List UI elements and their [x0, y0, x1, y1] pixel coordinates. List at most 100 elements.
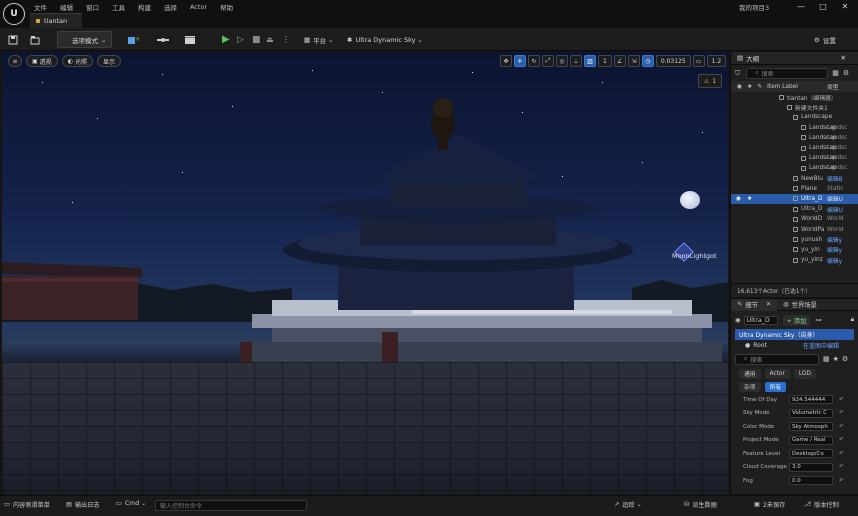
filter-actor[interactable]: Actor [764, 368, 790, 379]
outliner-row[interactable]: Landscap Landsc [731, 153, 858, 163]
show-button[interactable]: 显示 [96, 55, 121, 67]
cinematics-icon[interactable] [184, 31, 196, 48]
close-icon[interactable]: ✕ [766, 301, 771, 308]
reset-icon[interactable]: ↶ [839, 437, 844, 443]
rotation-snap-icon[interactable]: ∠ [613, 55, 626, 67]
settings-button[interactable]: ⚙ 设置 [814, 31, 836, 48]
mode-select-dropdown[interactable]: 选项模式 ⌄ [57, 31, 112, 48]
outliner-row[interactable]: yu_yin 编辑y [731, 245, 858, 255]
camera-speed-icon[interactable]: ◷ [641, 55, 654, 67]
menu-edit[interactable]: 编辑 [60, 2, 73, 12]
play-advance-icon[interactable]: ▷ [237, 31, 244, 48]
outliner-row[interactable]: WorldPa World [731, 224, 858, 234]
unreal-logo[interactable]: U [3, 3, 25, 25]
scale-snap-icon[interactable]: ⇲ [627, 55, 640, 67]
derived-data-button[interactable]: ⛁ 派生数据 [684, 500, 717, 509]
outliner-row[interactable]: 新建文件夹1 [731, 102, 858, 112]
level-viewport[interactable]: ≡ ▣ 透视 ◐ 光照 显示 ✥ ✛ ↻ ⤢ ◎ ⊥ ▥ 1 ∠ ⇲ ◷ 0.0… [2, 52, 728, 494]
grid-snap-icon[interactable]: ▥ [584, 55, 596, 67]
outliner-row[interactable]: yunush 编辑y [731, 235, 858, 245]
scale-value-icon[interactable]: ▭ [692, 55, 705, 67]
blueprint-icon[interactable] [156, 31, 170, 48]
favorite-icon[interactable]: ★ [833, 355, 839, 363]
outliner-row[interactable]: ◉ ★ Ultra_D 编辑U [731, 193, 858, 205]
details-search-input[interactable]: ⌕ 搜索 [735, 353, 819, 365]
menu-actor[interactable]: Actor [190, 3, 207, 11]
outliner-row[interactable]: Landscap Landsc [731, 133, 858, 143]
scale-icon[interactable]: ⤢ [542, 55, 554, 67]
play-options-icon[interactable]: ⋮ [282, 31, 290, 48]
reset-icon[interactable]: ↶ [839, 410, 844, 416]
surface-snap-icon[interactable]: ⊥ [570, 55, 582, 67]
component-child-row[interactable]: ● Root 在蓝图中编辑 [735, 340, 854, 351]
outliner-row[interactable]: WorldD World [731, 214, 858, 224]
outliner-row[interactable]: Ultra_D 编辑U [731, 204, 858, 214]
reset-icon[interactable]: ↶ [839, 397, 844, 403]
add-actor-icon[interactable]: + [127, 31, 139, 48]
outliner-row[interactable]: Landscap Landsc [731, 163, 858, 173]
menu-help[interactable]: 帮助 [220, 2, 233, 12]
gear-icon[interactable]: ⚙ [843, 69, 849, 77]
filter-general[interactable]: 通用 [739, 368, 761, 379]
property-value[interactable]: 0.0 [789, 476, 833, 486]
filter-lod[interactable]: LOD [793, 368, 816, 379]
save-icon[interactable] [8, 31, 18, 48]
blueprint-options-icon[interactable]: ⊶ [815, 317, 821, 324]
property-value[interactable]: Desktop/Co [789, 449, 833, 459]
level-tab[interactable]: tiantan [30, 13, 82, 28]
world-local-icon[interactable]: ◎ [556, 55, 568, 67]
tab-details[interactable]: ✎ 细节 ✕ [731, 298, 778, 311]
translate-icon[interactable]: ✛ [514, 55, 526, 67]
menu-file[interactable]: 文件 [34, 2, 47, 12]
outliner-row[interactable]: Landscape [731, 112, 858, 122]
actor-name-field[interactable]: Ultra_D [743, 315, 778, 325]
lock-icon[interactable]: 🔒︎ [851, 316, 854, 324]
reset-icon[interactable]: ↶ [839, 451, 844, 457]
content-drawer-button[interactable]: ▭ 内容侧滑菜单 [4, 500, 50, 509]
rotate-icon[interactable]: ↻ [528, 55, 540, 67]
trace-button[interactable]: ↗ 追踪 ⌄ [614, 500, 642, 509]
outliner-search-input[interactable]: ⌕ 搜索 [746, 67, 829, 79]
column-type-header[interactable]: 类型 [827, 82, 839, 91]
grid-snap-value[interactable]: 1 [598, 55, 612, 67]
sky-tool-button[interactable]: ✱ Ultra Dynamic Sky ⌄ [347, 31, 423, 48]
tab-world-settings[interactable]: ◍ 世界场景 [777, 299, 823, 311]
unsaved-button[interactable]: ▣ 2未保存 [754, 500, 785, 509]
filter-icon[interactable]: ⛉ [735, 69, 740, 78]
eye-icon[interactable]: ◉ [736, 196, 741, 202]
stop-icon[interactable]: ■ [252, 31, 261, 48]
platform-button[interactable]: ▦ 平台 ⌄ [304, 31, 334, 48]
reset-icon[interactable]: ↶ [839, 464, 844, 470]
outliner-tab[interactable]: ▤ 大纲 ✕ [731, 52, 858, 65]
outliner-row[interactable]: tiantan（编辑器） [731, 92, 858, 102]
viewport-menu-button[interactable]: ≡ [8, 55, 22, 67]
console-command-input[interactable]: 输入控制台命令 [155, 500, 307, 511]
property-value[interactable]: Game / Real [789, 435, 833, 445]
property-value[interactable]: 3.0 [789, 462, 833, 472]
property-value[interactable]: 924.544444 [789, 395, 833, 405]
lit-button[interactable]: ◐ 光照 [61, 55, 93, 67]
menu-tools[interactable]: 工具 [112, 2, 125, 12]
outliner-row[interactable]: Landscap Landsc [731, 143, 858, 153]
menu-select[interactable]: 选择 [164, 2, 177, 12]
scale-value[interactable]: 1.2 [706, 55, 727, 67]
move-icon[interactable]: ✥ [500, 55, 512, 67]
add-component-button[interactable]: + 添加 [782, 314, 811, 326]
eject-icon[interactable]: ⏏ [266, 31, 274, 48]
menu-window[interactable]: 窗口 [86, 2, 99, 12]
output-log-button[interactable]: ▤ 输出日志 [66, 500, 100, 509]
close-icon[interactable]: ✕ [834, 2, 856, 11]
filter-all[interactable]: 所有 [764, 381, 787, 392]
add-filter-icon[interactable]: ▦ [832, 69, 839, 77]
component-root-row[interactable]: Ultra Dynamic Sky（自身） [735, 329, 854, 340]
play-button[interactable]: ▶ [222, 31, 230, 48]
camera-speed-value[interactable]: 0.03125 [655, 55, 691, 67]
warning-indicator[interactable]: ⚠ 1 [698, 74, 722, 88]
outliner-row[interactable]: yu_yinz 编辑y [731, 255, 858, 265]
outliner-row[interactable]: Plane Static [731, 184, 858, 194]
filter-misc[interactable]: 杂项 [739, 381, 761, 392]
property-value[interactable]: Sky Atmosph [789, 422, 833, 432]
gear-icon[interactable]: ⚙ [842, 355, 848, 363]
content-browser-icon[interactable] [30, 31, 40, 48]
perspective-button[interactable]: ▣ 透视 [26, 55, 58, 67]
